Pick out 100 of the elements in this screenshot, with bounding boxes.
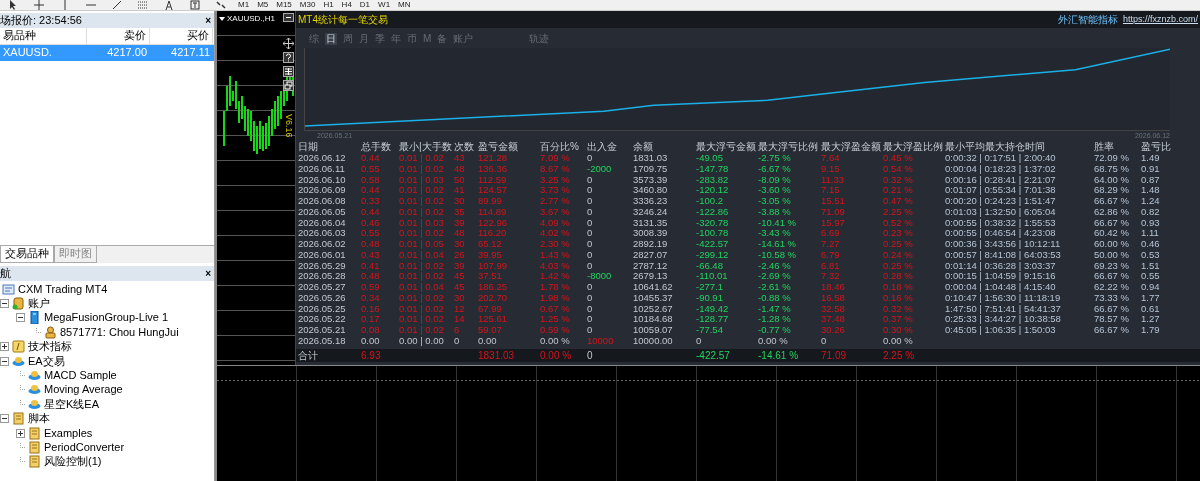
- help-icon[interactable]: [283, 52, 294, 63]
- tree-item[interactable]: MACD Sample: [41, 368, 117, 383]
- table-cell-text: 66.67 %: [1094, 303, 1130, 315]
- table-cell-text: 0.58: [361, 174, 381, 186]
- website-link[interactable]: https://fxznzb.com/: [1122, 14, 1198, 25]
- table-cell-text: -1.28 %: [758, 314, 792, 325]
- tree-item[interactable]: Examples: [41, 426, 93, 440]
- table-cell-text: 1709.75: [633, 163, 669, 175]
- table-cell-text: -147.78: [696, 163, 730, 175]
- table-cell-text: 1.27: [1141, 314, 1161, 325]
- table-cell-text: 2026.06.04: [298, 217, 347, 229]
- tree-item[interactable]: 风险控制(1): [41, 455, 102, 469]
- table-cell-text: -10.41 %: [758, 217, 798, 229]
- table-cell-text: 0.00 | 0.00: [399, 335, 445, 347]
- tree-item[interactable]: 脚本: [25, 412, 50, 426]
- table-cell-text: 0: [821, 335, 828, 347]
- period-button[interactable]: MN: [394, 0, 415, 10]
- table-cell-text: -3.60 %: [758, 185, 792, 196]
- table-cell-text: 0.00 %: [540, 335, 571, 347]
- column-header: 最大浮亏比例: [758, 141, 819, 153]
- column-header[interactable]: 易品种: [0, 28, 87, 44]
- tree-item[interactable]: 技术指标: [25, 340, 72, 354]
- table-cell-text: 2.30 %: [540, 239, 571, 250]
- expander-icon[interactable]: [16, 313, 25, 323]
- period-button[interactable]: M1: [234, 0, 254, 10]
- table-cell-text: 2026.05.26: [298, 292, 347, 304]
- arrows-icon[interactable]: [216, 0, 226, 10]
- label-icon[interactable]: [190, 0, 200, 10]
- table-cell-text: 68.29 %: [1094, 185, 1130, 196]
- period-button[interactable]: D1: [355, 0, 375, 10]
- trendline-icon[interactable]: [112, 0, 122, 10]
- table-cell-text: -0.88 %: [758, 292, 792, 304]
- table-cell-text: 6.69: [821, 228, 841, 239]
- table-cell-text: 0: [454, 335, 461, 347]
- table-cell-text: 7.27: [821, 239, 841, 250]
- table-cell-text: 0.52 %: [883, 217, 914, 229]
- table-cell-text: 37.48: [821, 314, 846, 325]
- tree-item[interactable]: 星空K线EA: [41, 397, 99, 411]
- table-cell-text: 10000: [587, 335, 615, 347]
- column-header[interactable]: 卖价: [87, 28, 150, 44]
- table-cell-text: 4.03 %: [540, 260, 571, 272]
- table-cell-text: 2892.19: [633, 239, 669, 250]
- close-button[interactable]: ×: [205, 268, 211, 279]
- grid-icon[interactable]: [283, 66, 294, 77]
- table-cell-text: 50.00 %: [1094, 249, 1130, 261]
- table-cell-text: 26: [454, 249, 466, 261]
- close-button[interactable]: ×: [205, 15, 211, 26]
- tab[interactable]: 日: [325, 32, 337, 45]
- minimize-icon[interactable]: [283, 13, 294, 22]
- tree-item[interactable]: MegaFusionGroup-Live 1: [41, 311, 169, 325]
- table-cell-text: -0.77 %: [758, 325, 792, 336]
- period-button[interactable]: M30: [295, 0, 320, 10]
- period-button[interactable]: M15: [272, 0, 296, 10]
- table-cell-text: 39: [454, 217, 466, 229]
- crosshair-icon[interactable]: [34, 0, 44, 10]
- expander-icon[interactable]: [0, 299, 9, 309]
- windows-icon[interactable]: [283, 80, 294, 91]
- table-cell-text: 1.48: [1141, 185, 1161, 196]
- table-cell-text: 0:00:16 | 0:28:41 | 2:21:07: [945, 174, 1057, 186]
- period-button[interactable]: W1: [374, 0, 395, 10]
- table-cell-text: -120.12: [696, 185, 730, 196]
- table-cell-text: -66.48: [696, 260, 724, 272]
- table-cell-text: 6.93: [361, 348, 382, 362]
- table-cell-text: 0.01 | 0.02: [399, 185, 445, 196]
- column-header: 日期: [298, 141, 319, 153]
- column-header: 胜率: [1094, 141, 1115, 153]
- text-icon[interactable]: [164, 0, 174, 10]
- tree-item[interactable]: 账户: [25, 297, 50, 311]
- expander-icon[interactable]: [0, 414, 9, 424]
- period-button[interactable]: M5: [253, 0, 273, 10]
- cursor-icon[interactable]: [8, 0, 18, 10]
- period-button[interactable]: H4: [337, 0, 356, 10]
- table-cell-text: 116.20: [478, 228, 508, 239]
- table-cell-text: 8.67 %: [540, 163, 571, 175]
- table-cell-text: 0:00:55 | 0:38:32 | 1:55:53: [945, 217, 1057, 229]
- dropdown-icon[interactable]: [219, 16, 225, 21]
- table-cell-text: 18.46: [821, 282, 846, 293]
- scroll-icon: [12, 412, 25, 426]
- move-icon[interactable]: [283, 38, 294, 49]
- tree-item[interactable]: CXM Trading MT4: [15, 282, 108, 296]
- column-header[interactable]: 买价: [150, 28, 213, 44]
- tree-item[interactable]: PeriodConverter: [41, 440, 125, 455]
- tree-item[interactable]: Moving Average: [41, 383, 123, 397]
- table-cell-text: 0.17: [361, 314, 381, 325]
- table-cell-text: 10000.00: [633, 335, 674, 347]
- tree-item[interactable]: EA交易: [25, 354, 65, 368]
- table-cell-text: 62.86 %: [1094, 206, 1130, 218]
- table-cell-text: 4.09 %: [540, 217, 571, 229]
- table-cell-text: 0.41: [361, 260, 381, 272]
- table-cell-text: 0.44: [361, 185, 381, 196]
- period-button[interactable]: H1: [319, 0, 338, 10]
- expander-icon[interactable]: [16, 428, 25, 438]
- table-cell-text: 48: [454, 228, 466, 239]
- tree-item[interactable]: 8571771: Chou HungJui: [57, 325, 179, 339]
- expander-icon[interactable]: [0, 356, 9, 366]
- expander-icon[interactable]: [0, 342, 9, 352]
- tab[interactable]: 交易品种: [0, 246, 54, 263]
- table-cell-text: 0.18 %: [883, 282, 914, 293]
- table-cell-text: 67.99: [478, 303, 503, 315]
- table-cell-text: -2.61 %: [758, 282, 792, 293]
